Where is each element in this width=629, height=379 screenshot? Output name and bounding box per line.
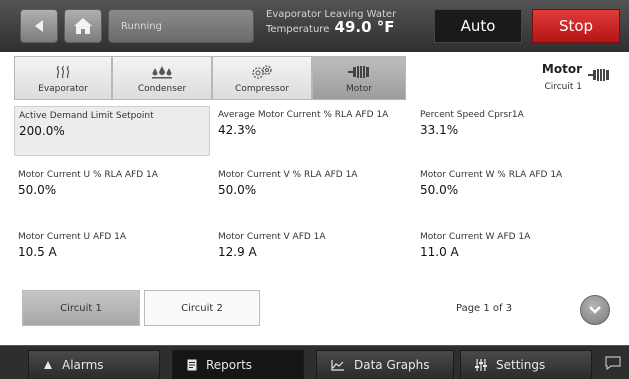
field-value: 10.5 A xyxy=(18,245,57,259)
nav-reports[interactable]: Reports xyxy=(172,350,304,379)
tab-motor[interactable]: Motor xyxy=(312,56,406,100)
tab-label: Condenser xyxy=(137,84,187,94)
field-active-demand-limit[interactable]: Active Demand Limit Setpoint 200.0% xyxy=(14,106,210,156)
field-motor-current-v-rla: Motor Current V % RLA AFD 1A 50.0% xyxy=(218,170,414,197)
field-value: 33.1% xyxy=(420,123,459,137)
tab-compressor[interactable]: Compressor xyxy=(212,56,312,100)
circuit-pager-row: Circuit 1 Circuit 2 Page 1 of 3 xyxy=(14,286,614,332)
bottom-nav: Alarms Reports Data Graphs Settings xyxy=(0,345,629,379)
field-label: Motor Current W % RLA AFD 1A xyxy=(420,170,563,180)
heat-waves-icon xyxy=(54,62,72,82)
stop-button[interactable]: Stop xyxy=(532,9,620,43)
circuit-2-button[interactable]: Circuit 2 xyxy=(144,290,260,326)
field-value: 50.0% xyxy=(218,183,257,197)
section-title: Motor xyxy=(541,62,582,76)
component-tabs: Evaporator Condenser Compressor Motor Mo… xyxy=(14,56,614,100)
sliders-icon xyxy=(475,359,487,371)
unit-status: Running xyxy=(108,9,254,43)
field-value: 42.3% xyxy=(218,123,257,137)
field-motor-current-u: Motor Current U AFD 1A 10.5 A xyxy=(18,232,214,259)
graph-icon xyxy=(331,360,344,371)
next-page-button[interactable] xyxy=(580,295,610,325)
nav-data-graphs[interactable]: Data Graphs xyxy=(316,350,454,379)
tab-label: Motor xyxy=(345,84,372,94)
field-motor-current-v: Motor Current V AFD 1A 12.9 A xyxy=(218,232,414,259)
leaving-water-temperature: Evaporator Leaving Water Temperature 49.… xyxy=(266,9,396,36)
tab-label: Compressor xyxy=(235,84,289,94)
field-value: 200.0% xyxy=(19,124,65,138)
field-label: Motor Current U AFD 1A xyxy=(18,232,126,242)
gears-icon xyxy=(250,62,274,82)
tab-label: Evaporator xyxy=(38,84,88,94)
temp-value: 49.0 °F xyxy=(334,18,395,36)
field-avg-motor-current-rla: Average Motor Current % RLA AFD 1A 42.3% xyxy=(218,110,414,137)
chat-bubble-icon xyxy=(605,356,621,371)
nav-label: Alarms xyxy=(62,358,104,372)
field-label: Motor Current W AFD 1A xyxy=(420,232,531,242)
droplets-icon xyxy=(151,62,173,82)
field-label: Motor Current V AFD 1A xyxy=(218,232,326,242)
nav-alarms[interactable]: Alarms xyxy=(28,350,160,379)
nav-label: Settings xyxy=(496,358,546,372)
field-value: 11.0 A xyxy=(420,245,459,259)
home-button[interactable] xyxy=(64,9,102,43)
field-value: 12.9 A xyxy=(218,245,257,259)
page-indicator: Page 1 of 3 xyxy=(456,303,513,314)
field-label: Motor Current V % RLA AFD 1A xyxy=(218,170,358,180)
field-motor-current-w: Motor Current W AFD 1A 11.0 A xyxy=(420,232,616,259)
motor-icon xyxy=(348,62,370,82)
back-button[interactable] xyxy=(20,9,58,43)
temp-label-line2: Temperature xyxy=(266,24,330,35)
motor-data-grid: Active Demand Limit Setpoint 200.0% Aver… xyxy=(14,104,614,279)
nav-settings[interactable]: Settings xyxy=(460,350,592,379)
field-value: 50.0% xyxy=(18,183,57,197)
field-percent-speed: Percent Speed Cprsr1A 33.1% xyxy=(420,110,616,137)
bell-icon xyxy=(44,361,52,369)
chevron-down-icon xyxy=(589,306,601,314)
report-icon xyxy=(187,359,197,371)
field-label: Motor Current U % RLA AFD 1A xyxy=(18,170,158,180)
field-value: 50.0% xyxy=(420,183,459,197)
field-label: Average Motor Current % RLA AFD 1A xyxy=(218,110,389,120)
field-label: Active Demand Limit Setpoint xyxy=(19,111,154,121)
field-motor-current-u-rla: Motor Current U % RLA AFD 1A 50.0% xyxy=(18,170,214,197)
top-bar: Running Evaporator Leaving Water Tempera… xyxy=(0,0,629,52)
section-subtitle: Circuit 1 xyxy=(544,82,582,92)
circuit-1-button[interactable]: Circuit 1 xyxy=(22,290,140,326)
nav-label: Reports xyxy=(206,358,253,372)
chat-button[interactable] xyxy=(604,355,624,375)
tab-condenser[interactable]: Condenser xyxy=(112,56,212,100)
tab-evaporator[interactable]: Evaporator xyxy=(14,56,112,100)
nav-label: Data Graphs xyxy=(354,358,430,372)
section-header: Motor Circuit 1 xyxy=(502,60,612,98)
back-arrow-icon xyxy=(35,20,43,32)
motor-icon xyxy=(588,67,610,86)
auto-mode-button[interactable]: Auto xyxy=(434,9,522,43)
home-icon xyxy=(74,18,92,34)
field-label: Percent Speed Cprsr1A xyxy=(420,110,524,120)
field-motor-current-w-rla: Motor Current W % RLA AFD 1A 50.0% xyxy=(420,170,616,197)
